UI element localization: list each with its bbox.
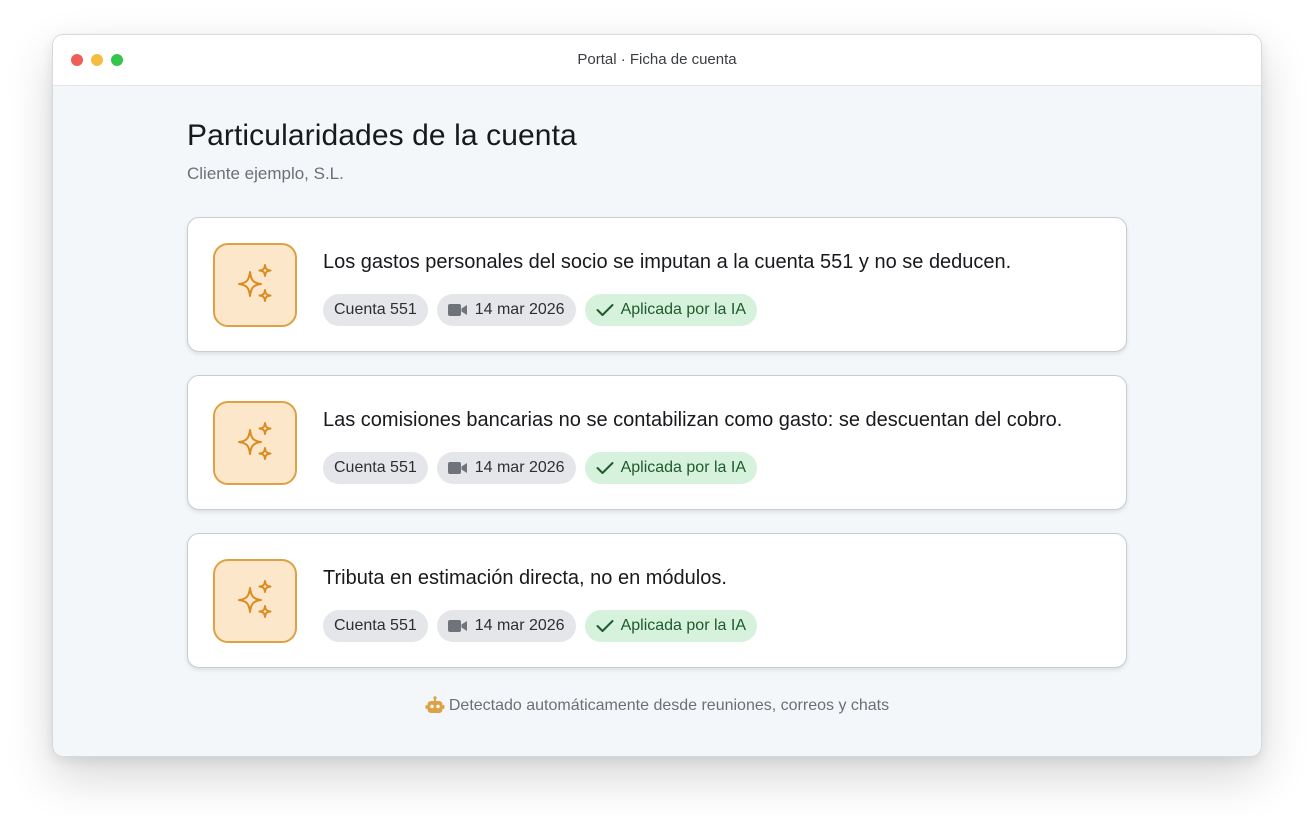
tag-row: Cuenta 551 14 mar 2026 Aplicada por la I… [323,294,1106,326]
account-tag-label: Cuenta 551 [334,459,417,476]
status-label: Aplicada por la IA [620,301,746,318]
robot-icon [425,696,445,713]
account-tag-label: Cuenta 551 [334,301,417,318]
status-label: Aplicada por la IA [620,617,746,634]
card-body: Tributa en estimación directa, no en mód… [323,566,1106,642]
footer-note: Detectado automáticamente desde reunione… [187,696,1127,716]
footer-text: Detectado automáticamente desde reunione… [448,697,890,714]
video-camera-icon [447,620,467,632]
sparkles-icon [213,401,297,485]
date-tag: 14 mar 2026 [436,610,576,642]
client-name: Cliente ejemplo, S.L. [187,164,344,183]
check-icon [596,620,614,632]
account-tag: Cuenta 551 [323,294,428,326]
tag-row: Cuenta 551 14 mar 2026 Aplicada por la I… [323,452,1106,484]
app-window: Portal · Ficha de cuenta Particularidade… [52,34,1262,757]
status-badge: Aplicada por la IA [584,610,757,642]
status-badge: Aplicada por la IA [584,452,757,484]
date-tag: 14 mar 2026 [436,294,576,326]
check-icon [596,304,614,316]
status-badge: Aplicada por la IA [584,294,757,326]
account-tag: Cuenta 551 [323,452,428,484]
video-camera-icon [447,462,467,474]
title-bar: Portal · Ficha de cuenta [53,35,1261,86]
particularities-list: Los gastos personales del socio se imput… [187,217,1127,668]
status-label: Aplicada por la IA [620,459,746,476]
card-body: Los gastos personales del socio se imput… [323,250,1106,326]
particularity-card[interactable]: Tributa en estimación directa, no en mód… [187,533,1127,668]
main-content: Particularidades de la cuenta Cliente ej… [187,120,1127,716]
date-tag-label: 14 mar 2026 [474,617,565,634]
particularity-text: Las comisiones bancarias no se contabili… [323,409,1063,431]
video-camera-icon [447,304,467,316]
check-icon [596,462,614,474]
card-body: Las comisiones bancarias no se contabili… [323,408,1106,484]
account-tag: Cuenta 551 [323,610,428,642]
date-tag-label: 14 mar 2026 [474,459,565,476]
particularity-text: Tributa en estimación directa, no en mód… [323,567,727,589]
particularity-text: Los gastos personales del socio se imput… [323,251,1012,273]
tag-row: Cuenta 551 14 mar 2026 Aplicada por la I… [323,610,1106,642]
window-title: Portal · Ficha de cuenta [577,51,737,68]
particularity-card[interactable]: Las comisiones bancarias no se contabili… [187,375,1127,510]
date-tag: 14 mar 2026 [436,452,576,484]
sparkles-icon [213,243,297,327]
sparkles-icon [213,559,297,643]
date-tag-label: 14 mar 2026 [474,301,565,318]
page-title: Particularidades de la cuenta [187,119,577,152]
particularity-card[interactable]: Los gastos personales del socio se imput… [187,217,1127,352]
account-tag-label: Cuenta 551 [334,617,417,634]
